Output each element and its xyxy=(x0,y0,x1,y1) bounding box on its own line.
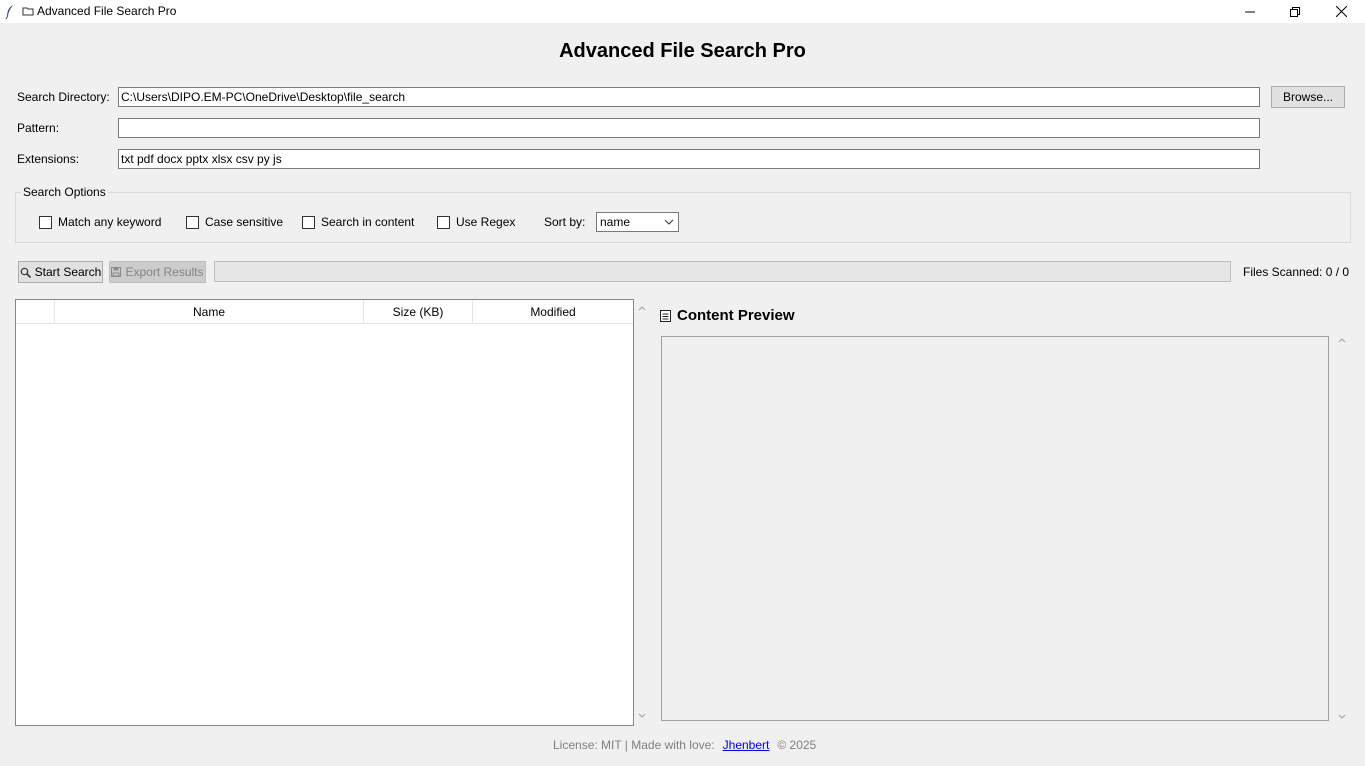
case-sensitive-checkbox[interactable]: Case sensitive xyxy=(186,215,283,229)
use-regex-label: Use Regex xyxy=(456,215,516,229)
export-results-button[interactable]: Export Results xyxy=(109,261,206,283)
start-search-label: Start Search xyxy=(34,265,102,279)
browse-button[interactable]: Browse... xyxy=(1271,86,1345,108)
close-button[interactable] xyxy=(1318,0,1364,23)
copyright-text: © 2025 xyxy=(777,738,817,752)
restore-button[interactable] xyxy=(1272,0,1318,23)
restore-icon xyxy=(1290,6,1300,17)
preview-scrollbar[interactable] xyxy=(1334,336,1351,726)
column-header-modified[interactable]: Modified xyxy=(473,300,633,324)
content-preview-title: Content Preview xyxy=(660,307,795,324)
files-scanned-status: Files Scanned: 0 / 0 xyxy=(1243,265,1350,279)
search-in-content-label: Search in content xyxy=(321,215,415,229)
search-progress-bar xyxy=(214,261,1231,282)
scroll-up-icon[interactable] xyxy=(1337,336,1347,344)
footer: License: MIT | Made with love: Jhenbert … xyxy=(553,738,816,752)
directory-label: Search Directory: xyxy=(17,90,110,104)
document-icon xyxy=(660,309,671,322)
checkbox-box[interactable] xyxy=(302,215,315,229)
match-any-keyword-label: Match any keyword xyxy=(58,215,162,229)
magnifier-icon xyxy=(20,267,31,278)
browse-button-label: Browse... xyxy=(1282,90,1333,104)
sort-by-select[interactable]: name xyxy=(596,212,679,232)
content-preview-label: Content Preview xyxy=(677,307,795,324)
minimize-icon xyxy=(1245,11,1255,12)
results-scrollbar[interactable] xyxy=(634,299,651,726)
export-results-label: Export Results xyxy=(125,265,204,279)
app-title: Advanced File Search Pro xyxy=(559,40,806,62)
feather-icon xyxy=(5,5,13,19)
search-in-content-checkbox[interactable]: Search in content xyxy=(302,215,414,229)
checkbox-box[interactable] xyxy=(437,215,450,229)
scroll-down-icon[interactable] xyxy=(1337,713,1347,721)
window-title: Advanced File Search Pro xyxy=(22,4,176,18)
directory-input[interactable]: C:\Users\DIPO.EM-PC\OneDrive\Desktop\fil… xyxy=(118,87,1260,107)
folder-icon xyxy=(22,7,34,16)
minimize-button[interactable] xyxy=(1227,0,1273,23)
author-link[interactable]: Jhenbert xyxy=(723,738,770,752)
floppy-icon xyxy=(111,267,122,277)
sort-by-value: name xyxy=(600,215,631,229)
case-sensitive-label: Case sensitive xyxy=(205,215,284,229)
results-table[interactable]: Name Size (KB) Modified xyxy=(15,299,634,726)
column-header-name[interactable]: Name xyxy=(55,300,364,324)
use-regex-checkbox[interactable]: Use Regex xyxy=(437,215,515,229)
pattern-input[interactable] xyxy=(118,118,1260,138)
results-table-header: Name Size (KB) Modified xyxy=(16,300,633,324)
match-any-keyword-checkbox[interactable]: Match any keyword xyxy=(39,215,161,229)
content-preview-text[interactable] xyxy=(661,336,1329,721)
license-text: License: MIT | Made with love: xyxy=(553,738,715,752)
checkbox-box[interactable] xyxy=(186,215,199,229)
window-title-text: Advanced File Search Pro xyxy=(37,4,177,18)
extensions-input[interactable]: txt pdf docx pptx xlsx csv py js xyxy=(118,149,1260,169)
window-titlebar: Advanced File Search Pro xyxy=(0,0,1365,23)
column-header-icon[interactable] xyxy=(16,300,55,324)
checkbox-box[interactable] xyxy=(39,215,52,229)
sort-by-label: Sort by: xyxy=(544,215,586,229)
column-header-size[interactable]: Size (KB) xyxy=(364,300,473,324)
pattern-label: Pattern: xyxy=(17,121,60,135)
scroll-down-icon[interactable] xyxy=(637,712,647,720)
search-options-title: Search Options xyxy=(21,185,108,199)
extensions-label: Extensions: xyxy=(17,152,80,166)
chevron-down-icon xyxy=(664,219,674,225)
start-search-button[interactable]: Start Search xyxy=(18,261,103,283)
close-icon xyxy=(1335,6,1347,17)
scroll-up-icon[interactable] xyxy=(637,304,647,312)
